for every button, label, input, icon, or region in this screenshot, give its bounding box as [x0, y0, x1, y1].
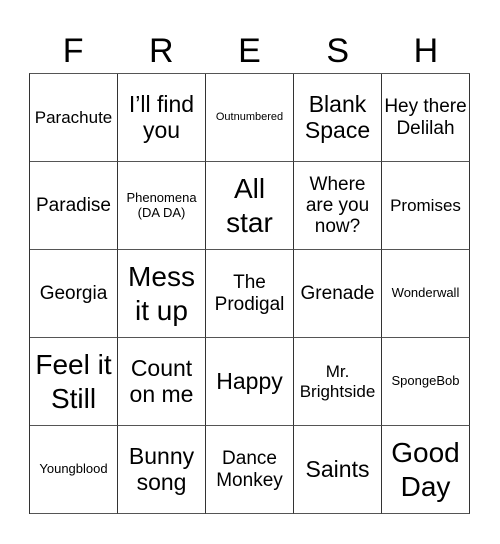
- header-letter: R: [149, 32, 174, 70]
- bingo-cell[interactable]: Outnumbered: [206, 74, 294, 162]
- bingo-cell[interactable]: Feel it Still: [30, 338, 118, 426]
- bingo-cell[interactable]: Grenade: [294, 250, 382, 338]
- bingo-cell[interactable]: SpongeBob: [382, 338, 470, 426]
- bingo-cell[interactable]: Where are you now?: [294, 162, 382, 250]
- bingo-cell[interactable]: All star: [206, 162, 294, 250]
- bingo-cell[interactable]: Phenomena (DA DA): [118, 162, 206, 250]
- bingo-cell[interactable]: Wonderwall: [382, 250, 470, 338]
- bingo-cell[interactable]: Hey there Delilah: [382, 74, 470, 162]
- bingo-cell[interactable]: The Prodigal: [206, 250, 294, 338]
- bingo-cell[interactable]: I’ll find you: [118, 74, 206, 162]
- bingo-grid: Parachute I’ll find you Outnumbered Blank S…: [29, 73, 470, 514]
- bingo-cell[interactable]: Georgia: [30, 250, 118, 338]
- bingo-cell[interactable]: Paradise: [30, 162, 118, 250]
- bingo-cell[interactable]: Blank Space: [294, 74, 382, 162]
- bingo-cell[interactable]: Bunny song: [118, 426, 206, 514]
- bingo-cell[interactable]: Parachute: [30, 74, 118, 162]
- header-letter: S: [326, 32, 350, 70]
- bingo-cell[interactable]: Saints: [294, 426, 382, 514]
- header-letter: H: [413, 32, 439, 70]
- bingo-cell[interactable]: Promises: [382, 162, 470, 250]
- header-letter: E: [238, 32, 261, 70]
- header-letter: F: [62, 32, 84, 70]
- bingo-cell[interactable]: Happy: [206, 338, 294, 426]
- bingo-cell[interactable]: Youngblood: [30, 426, 118, 514]
- bingo-cell[interactable]: Mr. Brightside: [294, 338, 382, 426]
- bingo-cell[interactable]: Dance Monkey: [206, 426, 294, 514]
- bingo-header: F R E S H: [29, 30, 470, 72]
- bingo-cell[interactable]: Mess it up: [118, 250, 206, 338]
- bingo-cell[interactable]: Count on me: [118, 338, 206, 426]
- bingo-cell[interactable]: Good Day: [382, 426, 470, 514]
